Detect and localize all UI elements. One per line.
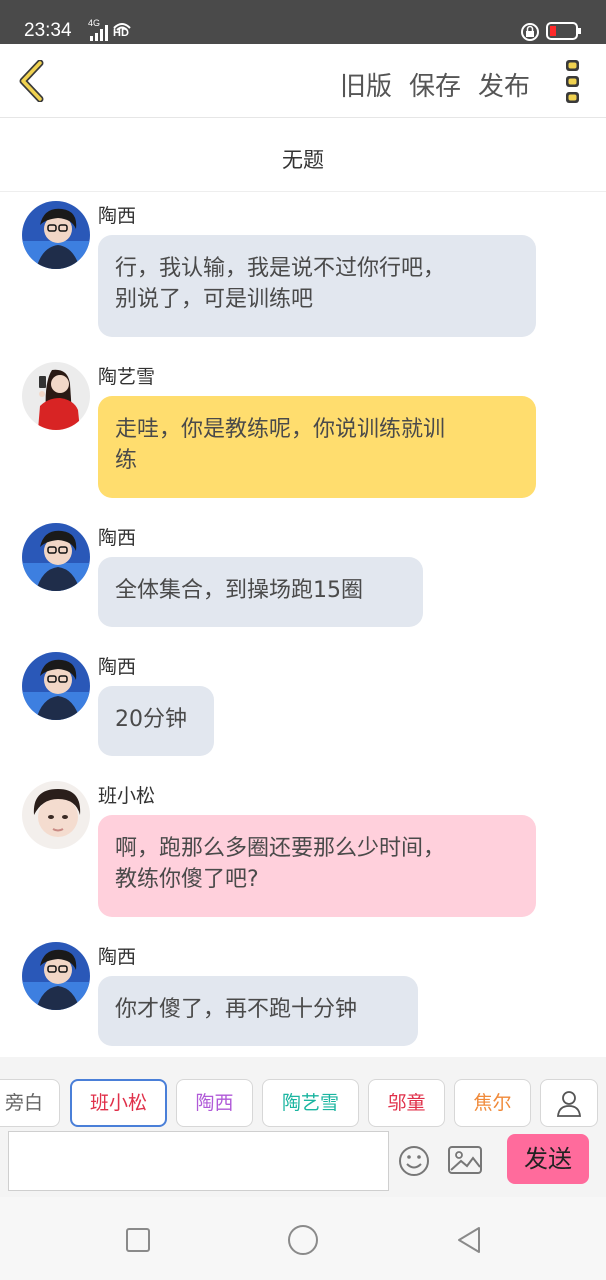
speaker-chip-taoxi[interactable]: 陶西 (176, 1079, 253, 1127)
status-bar: 23:34 4G HD (0, 0, 606, 44)
message-bubble[interactable]: 走哇，你是教练呢，你说训练就训 练 (98, 396, 536, 498)
back-icon[interactable] (455, 1225, 483, 1255)
chat-message[interactable]: 陶西 全体集合，到操场跑15圈 (0, 515, 606, 635)
message-text-line: 你才傻了，再不跑十分钟 (115, 997, 358, 1022)
chat-message[interactable]: 班小松 啊，跑那么多圈还要那么少时间， 教练你傻了吧? (0, 773, 606, 923)
message-text-line: 教练你傻了吧? (115, 867, 259, 892)
chat-list[interactable]: 陶西 行，我认输，我是说不过你行吧， 别说了，可是训练吧 陶艺雪 走哇，你是教练… (0, 193, 606, 1057)
chat-message[interactable]: 陶艺雪 走哇，你是教练呢，你说训练就训 练 (0, 354, 606, 504)
story-title-bar[interactable]: 无题 (0, 119, 606, 192)
speaker-name: 班小松 (98, 785, 156, 807)
speaker-name: 陶西 (98, 205, 137, 227)
image-icon[interactable] (448, 1145, 482, 1175)
message-bubble[interactable]: 啊，跑那么多圈还要那么少时间， 教练你傻了吧? (98, 815, 536, 917)
message-bubble[interactable]: 20分钟 (98, 686, 214, 756)
chat-message[interactable]: 陶西 你才傻了，再不跑十分钟 (0, 934, 606, 1054)
message-text-line: 全体集合，到操场跑15圈 (115, 578, 363, 603)
home-icon[interactable] (287, 1224, 319, 1256)
speaker-chip-taoyixue[interactable]: 陶艺雪 (262, 1079, 359, 1127)
speaker-name: 陶西 (98, 527, 137, 549)
speaker-chip-banxiaosong-selected[interactable]: 班小松 (70, 1079, 167, 1127)
add-character-button[interactable] (540, 1079, 598, 1127)
status-time: 23:34 (24, 20, 72, 41)
send-button[interactable]: 发送 (507, 1134, 589, 1184)
speaker-chip-jiaoer[interactable]: 焦尔 (454, 1079, 531, 1127)
old-version-button[interactable]: 旧版 (340, 66, 392, 103)
message-text-line: 走哇，你是教练呢，你说训练就训 (115, 417, 446, 442)
back-chevron-icon[interactable] (14, 60, 48, 102)
avatar-taoxi[interactable] (22, 942, 90, 1010)
battery-icon (546, 22, 581, 40)
emoji-icon[interactable] (398, 1145, 430, 1177)
avatar-taoxi[interactable] (22, 652, 90, 720)
message-text-line: 练 (115, 448, 138, 473)
message-bubble[interactable]: 行，我认输，我是说不过你行吧， 别说了，可是训练吧 (98, 235, 536, 337)
hd-label: HD (113, 27, 129, 39)
avatar-taoxi[interactable] (22, 201, 90, 269)
system-nav-bar (0, 1197, 606, 1280)
rotation-lock-icon (521, 23, 539, 41)
message-text-line: 20分钟 (115, 707, 187, 732)
avatar-banxiaosong[interactable] (22, 781, 90, 849)
speaker-name: 陶西 (98, 656, 137, 678)
more-menu-icon[interactable] (560, 58, 586, 106)
person-icon (557, 1091, 581, 1117)
signal-icon (90, 25, 108, 41)
chat-message[interactable]: 陶西 行，我认输，我是说不过你行吧， 别说了，可是训练吧 (0, 193, 606, 343)
message-text-line: 行，我认输，我是说不过你行吧， (115, 256, 446, 281)
speaker-name: 陶艺雪 (98, 366, 156, 388)
recents-icon[interactable] (125, 1227, 151, 1253)
message-input[interactable] (8, 1131, 389, 1191)
speaker-chip-wutong[interactable]: 邬童 (368, 1079, 445, 1127)
publish-button[interactable]: 发布 (478, 66, 530, 103)
chat-message[interactable]: 陶西 20分钟 (0, 644, 606, 764)
top-toolbar: 旧版 保存 发布 (0, 44, 606, 118)
avatar-taoxi[interactable] (22, 523, 90, 591)
message-bubble[interactable]: 全体集合，到操场跑15圈 (98, 557, 423, 627)
speaker-name: 陶西 (98, 946, 137, 968)
message-text-line: 别说了，可是训练吧 (115, 287, 314, 312)
input-row: 发送 (0, 1131, 606, 1197)
speaker-chip-narration[interactable]: 旁白 (0, 1079, 60, 1127)
composer-panel: 旁白 班小松 陶西 陶艺雪 邬童 焦尔 发送 (0, 1057, 606, 1197)
save-button[interactable]: 保存 (409, 66, 461, 103)
message-bubble[interactable]: 你才傻了，再不跑十分钟 (98, 976, 418, 1046)
story-title[interactable]: 无题 (282, 144, 324, 174)
avatar-taoyixue[interactable] (22, 362, 90, 430)
message-text-line: 啊，跑那么多圈还要那么少时间， (115, 836, 446, 861)
